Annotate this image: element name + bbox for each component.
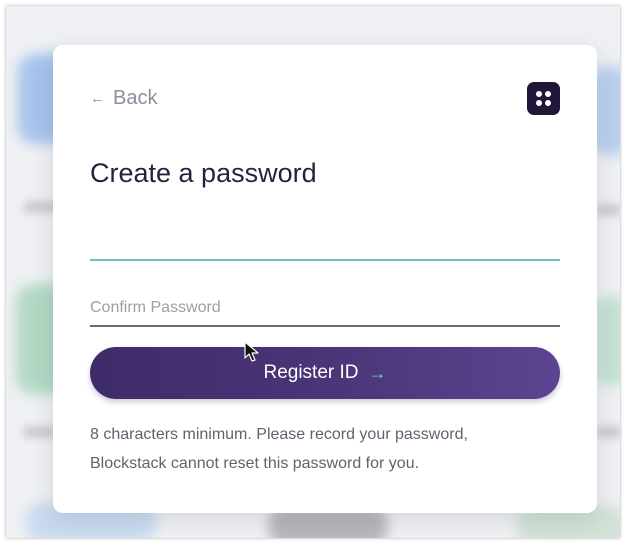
logo-dot	[536, 91, 542, 97]
back-arrow-icon: ←	[90, 90, 105, 107]
page-title: Create a password	[90, 158, 317, 188]
password-hint-line-1: 8 characters minimum. Please record your…	[90, 426, 468, 443]
logo-dot	[536, 100, 542, 106]
arrow-right-icon: →	[368, 362, 387, 383]
password-hint-line-2: Blockstack cannot reset this password fo…	[90, 455, 420, 472]
mouse-pointer-icon	[244, 341, 259, 362]
background-blurred-text	[596, 426, 620, 438]
back-link[interactable]: ← Back	[90, 87, 157, 110]
password-hint: 8 characters minimum. Please record your…	[90, 420, 560, 478]
password-input[interactable]	[90, 233, 560, 261]
create-password-card: ← Back Create a password Register ID → 8…	[53, 45, 597, 513]
logo-dot	[545, 91, 551, 97]
register-button-label: Register ID	[263, 362, 359, 383]
background-blurred-text	[596, 204, 620, 216]
confirm-password-input[interactable]	[90, 291, 560, 327]
back-label: Back	[113, 87, 158, 109]
blockstack-logo-icon	[527, 82, 560, 115]
logo-dot	[545, 100, 551, 106]
register-id-button[interactable]: Register ID →	[90, 347, 560, 399]
